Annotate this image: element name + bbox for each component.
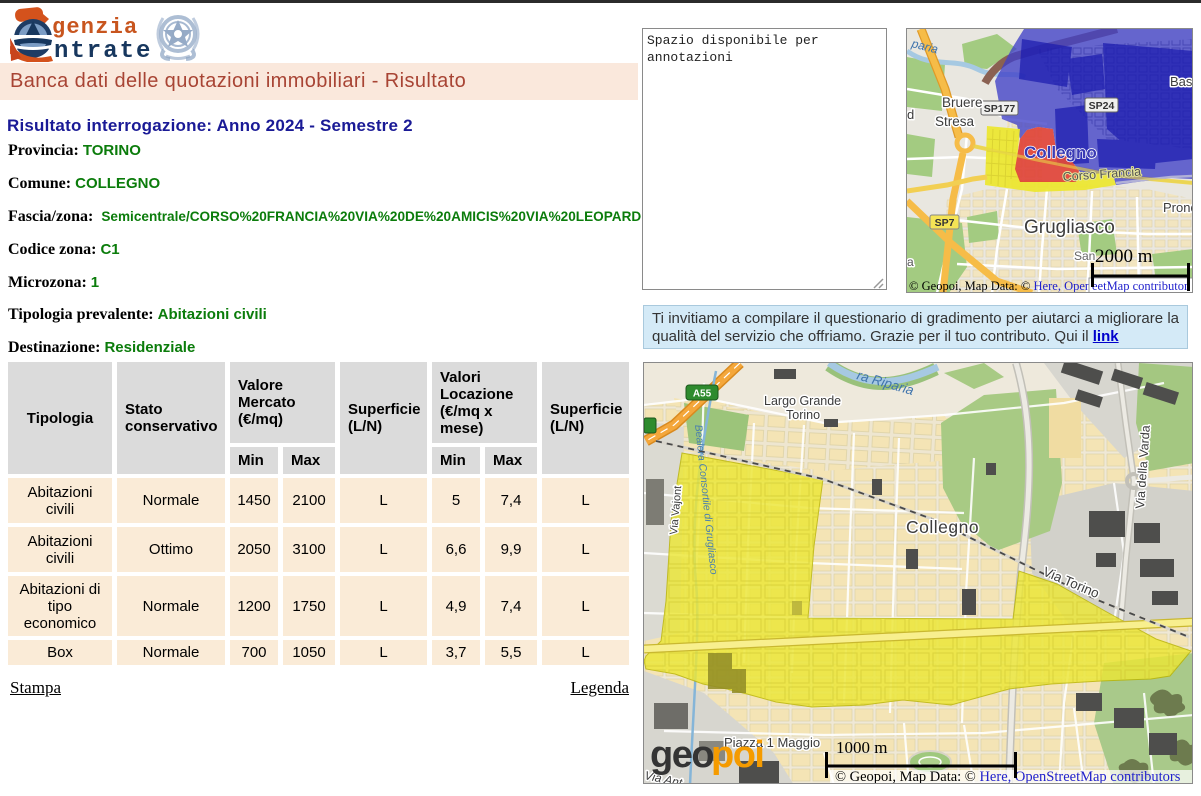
svg-text:2000 m: 2000 m bbox=[1095, 246, 1153, 267]
svg-text:Collegno: Collegno bbox=[906, 517, 979, 537]
svg-text:a: a bbox=[907, 255, 914, 269]
svg-text:Bruere: Bruere bbox=[942, 95, 983, 110]
svg-text:© Geopoi, Map Data: © Here, Op: © Geopoi, Map Data: © Here, OpenS bbox=[909, 279, 1098, 293]
svg-text:SP24: SP24 bbox=[1089, 100, 1115, 112]
svg-text:© Geopoi, Map Data: © Here, Op: © Geopoi, Map Data: © Here, OpenStreetMa… bbox=[835, 769, 1181, 784]
svg-text:Torino: Torino bbox=[786, 408, 820, 422]
svg-text:Grugliasco: Grugliasco bbox=[1024, 217, 1115, 238]
svg-text:SP7: SP7 bbox=[935, 217, 955, 229]
svg-text:Collegno: Collegno bbox=[1024, 143, 1097, 162]
svg-text:Bass: Bass bbox=[1170, 74, 1193, 89]
svg-text:ntrate: ntrate bbox=[54, 38, 152, 62]
svg-text:Prond: Prond bbox=[1163, 200, 1193, 215]
svg-text:Stresa: Stresa bbox=[935, 114, 975, 129]
svg-text:1000 m: 1000 m bbox=[836, 738, 887, 757]
svg-text:geo: geo bbox=[650, 734, 713, 776]
svg-text:Largo Grande: Largo Grande bbox=[764, 394, 841, 408]
svg-text:San: San bbox=[1074, 249, 1095, 263]
svg-text:genzia: genzia bbox=[52, 15, 138, 40]
svg-text:SP177: SP177 bbox=[984, 103, 1016, 115]
svg-text:eetMap contributor: eetMap contributor bbox=[1092, 279, 1189, 293]
svg-text:A55: A55 bbox=[693, 389, 712, 400]
svg-text:poi: poi bbox=[711, 734, 763, 776]
svg-text:d: d bbox=[907, 107, 914, 122]
